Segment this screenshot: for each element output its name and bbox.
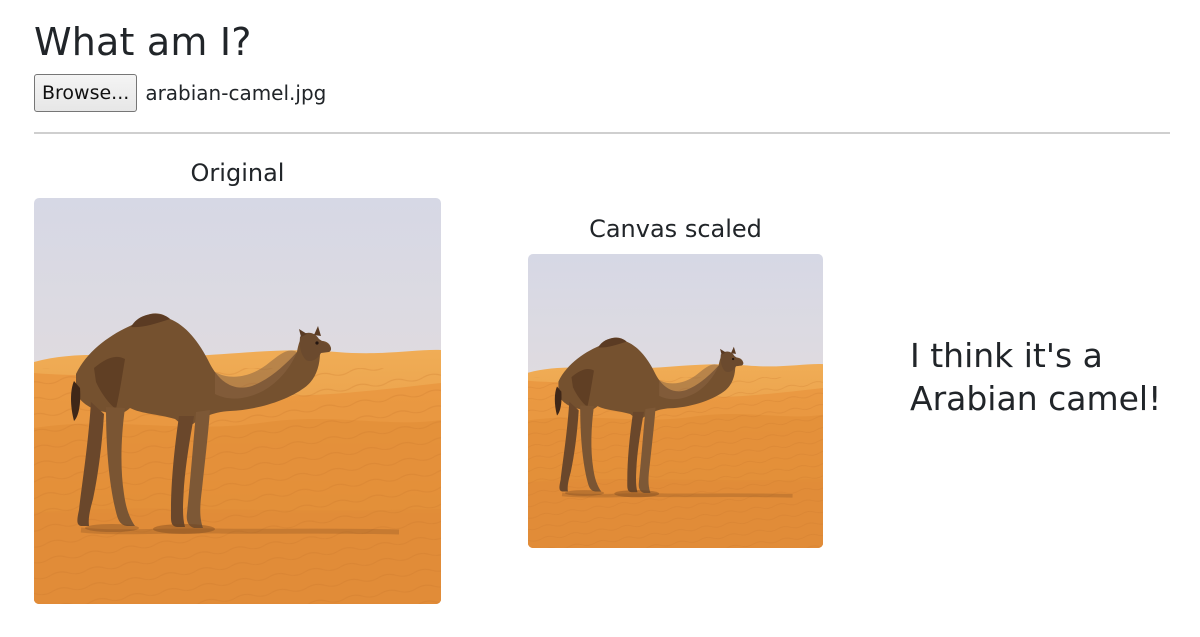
section-divider (34, 132, 1170, 134)
file-upload-row: Browse... arabian-camel.jpg (34, 74, 326, 112)
scaled-camel-photo (528, 254, 823, 548)
original-camel-photo (34, 198, 441, 604)
original-image (34, 198, 441, 604)
original-image-caption: Original (190, 159, 285, 187)
page-title: What am I? (34, 20, 252, 64)
scaled-canvas-image (528, 254, 823, 548)
browse-button[interactable]: Browse... (34, 74, 138, 112)
selected-file-name: arabian-camel.jpg (145, 81, 327, 105)
scaled-image-caption: Canvas scaled (589, 215, 762, 243)
prediction-text: I think it's a Arabian camel! (910, 336, 1162, 418)
what-am-i-page: What am I? Browse... arabian-camel.jpg O… (0, 0, 1200, 637)
